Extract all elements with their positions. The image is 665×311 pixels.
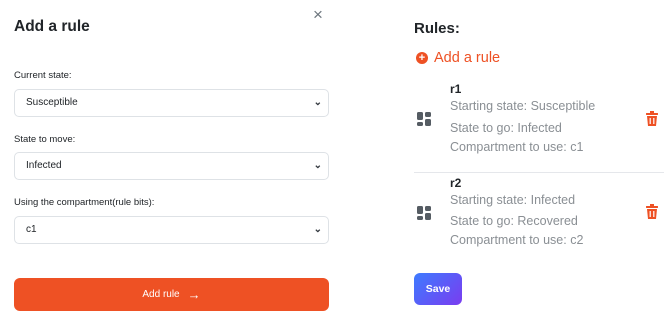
chevron-down-icon: ⌄ bbox=[313, 97, 322, 108]
add-rule-link-label: Add a rule bbox=[434, 50, 501, 66]
close-icon[interactable]: × bbox=[313, 6, 323, 23]
chevron-down-icon: ⌄ bbox=[313, 160, 322, 171]
plus-circle-icon: + bbox=[416, 52, 428, 64]
rules-title: Rules: bbox=[414, 20, 460, 37]
drag-grid-icon[interactable] bbox=[417, 206, 431, 220]
rule-name: r2 bbox=[450, 176, 462, 190]
current-state-select[interactable]: Susceptible ⌄ bbox=[14, 89, 329, 117]
rule-starting-state: Starting state: Susceptible bbox=[450, 99, 596, 113]
rule-starting-state: Starting state: Infected bbox=[450, 193, 576, 207]
state-to-move-label: State to move: bbox=[14, 134, 76, 145]
trash-icon[interactable] bbox=[646, 204, 658, 219]
add-rule-button[interactable]: Add rule → bbox=[14, 278, 329, 311]
current-state-label: Current state: bbox=[14, 70, 72, 81]
compartment-select[interactable]: c1 ⌄ bbox=[14, 216, 329, 244]
add-rule-panel: Add a rule × Current state: Susceptible … bbox=[0, 0, 345, 311]
modal-title: Add a rule bbox=[14, 18, 90, 35]
state-to-move-value: Infected bbox=[26, 160, 62, 171]
rule-state-to-go: State to go: Recovered bbox=[450, 214, 578, 228]
rule-divider bbox=[414, 172, 664, 173]
state-to-move-select[interactable]: Infected ⌄ bbox=[14, 152, 329, 180]
chevron-down-icon: ⌄ bbox=[313, 224, 322, 235]
save-button[interactable]: Save bbox=[414, 273, 462, 305]
add-rule-button-label: Add rule bbox=[142, 289, 180, 300]
rule-compartment: Compartment to use: c1 bbox=[450, 140, 584, 154]
current-state-value: Susceptible bbox=[26, 97, 78, 108]
rule-state-to-go: State to go: Infected bbox=[450, 121, 562, 135]
rule-item: r1 Starting state: Susceptible State to … bbox=[414, 82, 664, 162]
rule-compartment: Compartment to use: c2 bbox=[450, 233, 584, 247]
rule-name: r1 bbox=[450, 82, 462, 96]
rule-item: r2 Starting state: Infected State to go:… bbox=[414, 176, 664, 256]
arrow-right-icon: → bbox=[187, 287, 201, 302]
trash-icon[interactable] bbox=[646, 111, 658, 126]
add-rule-link[interactable]: + Add a rule bbox=[416, 50, 500, 66]
drag-grid-icon[interactable] bbox=[417, 112, 431, 126]
compartment-label: Using the compartment(rule bits): bbox=[14, 197, 155, 208]
compartment-value: c1 bbox=[26, 224, 37, 235]
